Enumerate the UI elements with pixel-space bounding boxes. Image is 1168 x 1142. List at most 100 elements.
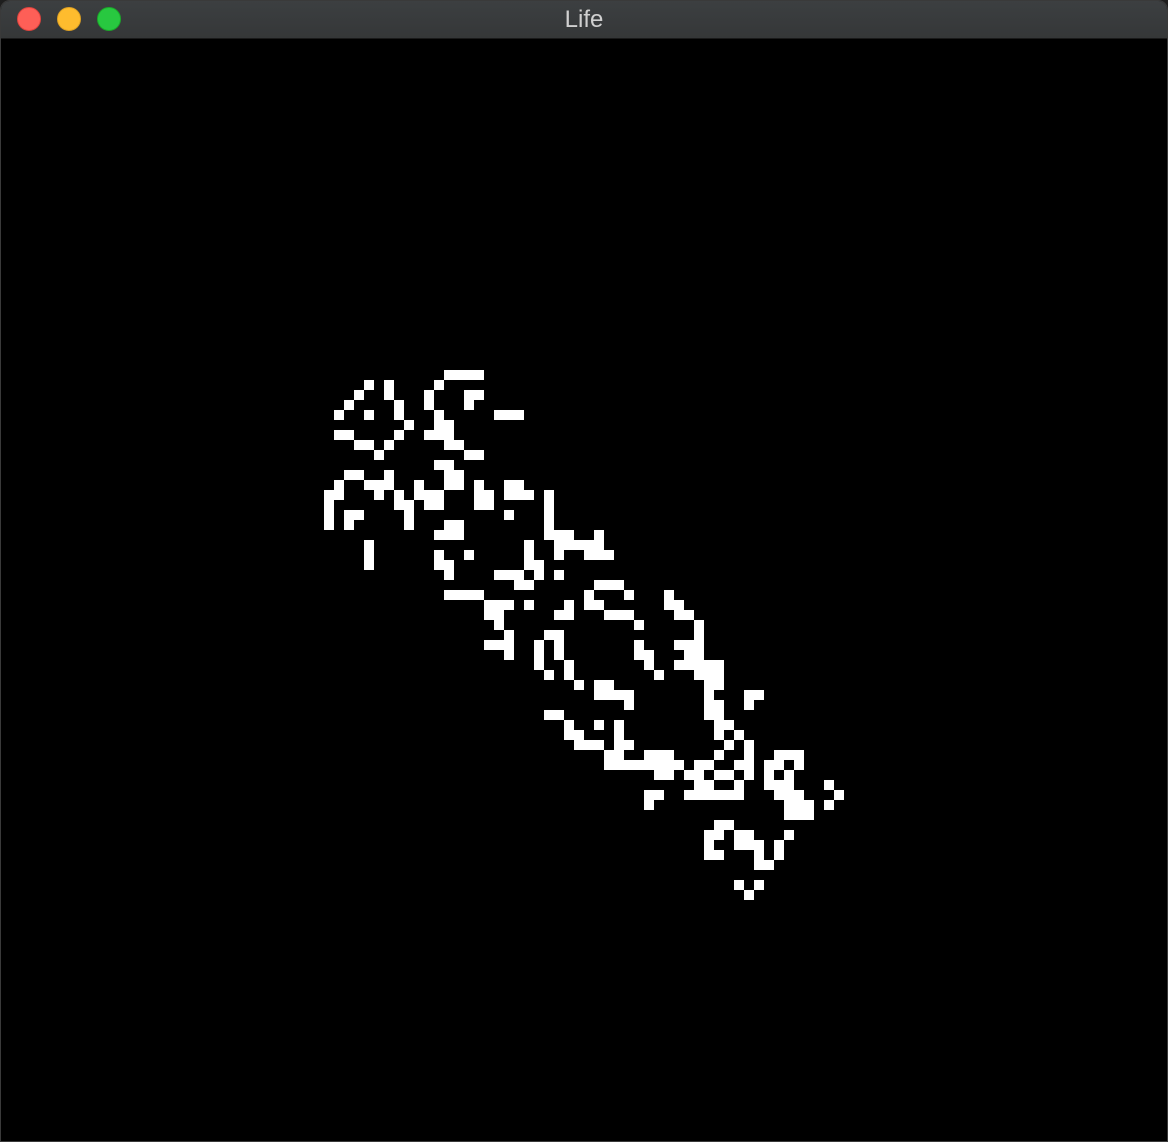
live-cell (674, 600, 684, 610)
live-cell (804, 810, 814, 820)
live-cell (744, 830, 754, 840)
live-cell (764, 860, 774, 870)
live-cell (794, 810, 804, 820)
live-cell (744, 700, 754, 710)
live-cell (474, 500, 484, 510)
live-cell (364, 550, 374, 560)
live-cell (784, 810, 794, 820)
live-cell (754, 850, 764, 860)
live-cell (694, 650, 704, 660)
live-cell (734, 760, 744, 770)
live-cell (454, 590, 464, 600)
live-cell (504, 480, 514, 490)
live-cell (734, 840, 744, 850)
live-cell (704, 780, 714, 790)
live-cell (714, 770, 724, 780)
live-cell (334, 410, 344, 420)
live-cell (544, 500, 554, 510)
live-cell (374, 480, 384, 490)
live-cell (434, 550, 444, 560)
live-cell (424, 390, 434, 400)
live-cell (504, 410, 514, 420)
live-cell (794, 790, 804, 800)
live-cell (634, 650, 644, 660)
live-cell (404, 500, 414, 510)
live-cell (644, 650, 654, 660)
live-cell (614, 740, 624, 750)
live-cell (574, 740, 584, 750)
live-cell (324, 490, 334, 500)
live-cell (594, 550, 604, 560)
live-cell (684, 650, 694, 660)
live-cell (784, 830, 794, 840)
live-cell (614, 690, 624, 700)
live-cell (714, 660, 724, 670)
live-cell (544, 710, 554, 720)
live-cell (444, 440, 454, 450)
live-cell (754, 840, 764, 850)
live-cell (384, 440, 394, 450)
live-cell (704, 760, 714, 770)
live-cell (444, 420, 454, 430)
live-cell (704, 680, 714, 690)
live-cell (604, 750, 614, 760)
live-cell (504, 640, 514, 650)
live-cell (554, 570, 564, 580)
live-cell (564, 720, 574, 730)
live-cell (724, 820, 734, 830)
live-cell (484, 610, 494, 620)
live-cell (404, 420, 414, 430)
live-cell (544, 670, 554, 680)
live-cell (444, 480, 454, 490)
live-cell (704, 830, 714, 840)
live-cell (594, 680, 604, 690)
live-cell (594, 690, 604, 700)
live-cell (624, 740, 634, 750)
live-cell (364, 480, 374, 490)
live-cell (494, 610, 504, 620)
live-cell (354, 440, 364, 450)
live-cell (774, 850, 784, 860)
live-cell (454, 440, 464, 450)
live-cell (664, 600, 674, 610)
live-cell (794, 800, 804, 810)
live-cell (614, 610, 624, 620)
live-cell (644, 660, 654, 670)
live-cell (714, 850, 724, 860)
live-cell (604, 680, 614, 690)
live-cell (744, 890, 754, 900)
title-bar[interactable]: Life (1, 1, 1167, 39)
live-cell (654, 750, 664, 760)
live-cell (614, 720, 624, 730)
live-cell (504, 570, 514, 580)
live-cell (684, 790, 694, 800)
live-cell (824, 800, 834, 810)
live-cell (704, 850, 714, 860)
live-cell (564, 730, 574, 740)
live-cell (474, 490, 484, 500)
live-cell (674, 640, 684, 650)
live-cell (604, 690, 614, 700)
live-cell (824, 780, 834, 790)
live-cell (614, 760, 624, 770)
live-cell (714, 820, 724, 830)
live-cell (554, 530, 564, 540)
live-cell (624, 690, 634, 700)
live-cell (724, 740, 734, 750)
live-cell (764, 760, 774, 770)
live-cell (714, 790, 724, 800)
live-cell (674, 660, 684, 670)
live-cell (464, 590, 474, 600)
live-cell (594, 740, 604, 750)
live-cell (394, 430, 404, 440)
life-grid-canvas[interactable] (4, 40, 1166, 1140)
live-cell (704, 660, 714, 670)
live-cell (534, 560, 544, 570)
live-cell (394, 410, 404, 420)
live-cell (694, 780, 704, 790)
live-cell (584, 590, 594, 600)
live-cell (434, 500, 444, 510)
live-cell (734, 880, 744, 890)
live-cell (344, 470, 354, 480)
live-cell (444, 590, 454, 600)
